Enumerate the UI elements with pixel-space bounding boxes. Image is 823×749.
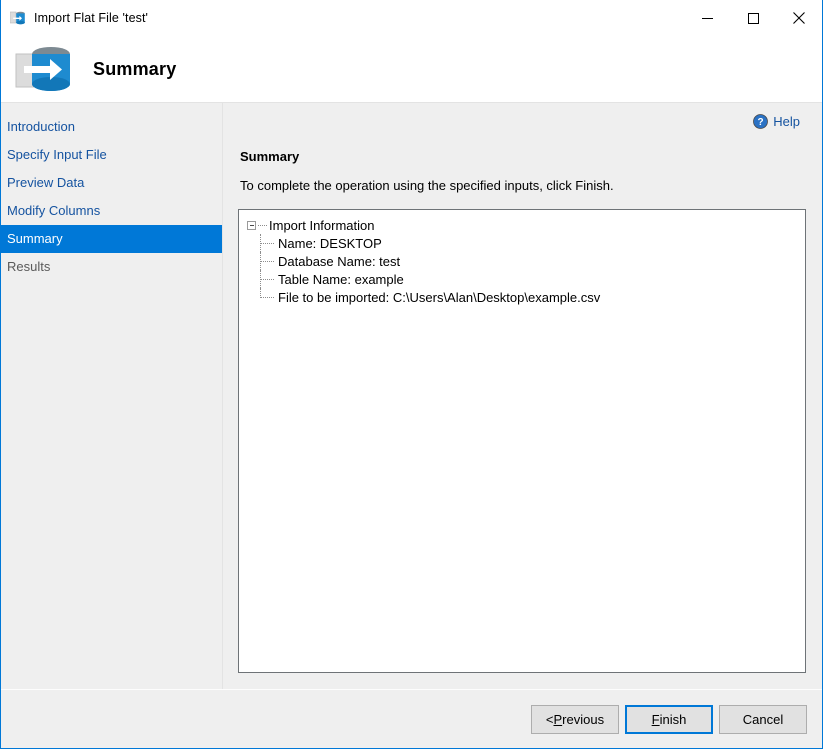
minus-box-icon[interactable]: [247, 221, 256, 230]
sidebar-item-results: Results: [1, 253, 222, 281]
maximize-button[interactable]: [730, 0, 776, 36]
sidebar-item-preview-data[interactable]: Preview Data: [1, 169, 222, 197]
sidebar-item-introduction[interactable]: Introduction: [1, 113, 222, 141]
wizard-header: Summary: [1, 36, 822, 102]
svg-text:?: ?: [758, 117, 764, 128]
help-link[interactable]: ? Help: [753, 114, 800, 129]
close-icon: [793, 12, 805, 24]
import-flat-file-dialog: Import Flat File 'test': [0, 0, 823, 749]
database-import-icon: [10, 10, 26, 26]
tree-connector: [260, 270, 274, 288]
tree-connector: [260, 252, 274, 270]
tree-children: Name: DESKTOP Database Name: test Table …: [260, 234, 801, 306]
previous-button[interactable]: < Previous: [531, 705, 619, 734]
dialog-footer: < Previous Finish Cancel: [1, 689, 822, 748]
finish-button-accel: F: [652, 712, 660, 727]
sidebar-item-summary[interactable]: Summary: [1, 225, 222, 253]
maximize-icon: [748, 13, 759, 24]
help-label: Help: [773, 114, 800, 129]
previous-button-accel: P: [554, 712, 563, 727]
window-title: Import Flat File 'test': [34, 11, 148, 25]
database-import-large-icon: [15, 42, 73, 96]
tree-root-node[interactable]: Import Information: [247, 217, 801, 234]
tree-item-name[interactable]: Name: DESKTOP: [260, 234, 801, 252]
section-instruction: To complete the operation using the spec…: [240, 178, 806, 193]
sidebar-item-specify-input-file[interactable]: Specify Input File: [1, 141, 222, 169]
minimize-button[interactable]: [684, 0, 730, 36]
finish-button-rest: inish: [660, 712, 687, 727]
import-information-treeview[interactable]: Import Information Name: DESKTOP Databas…: [238, 209, 806, 673]
tree-item-table-name[interactable]: Table Name: example: [260, 270, 801, 288]
previous-button-rest: revious: [562, 712, 604, 727]
tree-elbow: [258, 225, 267, 227]
wizard-steps-sidebar: Introduction Specify Input File Preview …: [1, 103, 223, 689]
finish-button[interactable]: Finish: [625, 705, 713, 734]
close-button[interactable]: [776, 0, 822, 36]
minimize-icon: [702, 13, 713, 24]
title-bar[interactable]: Import Flat File 'test': [1, 0, 822, 36]
help-circle-icon: ?: [753, 114, 768, 129]
tree-connector: [260, 234, 274, 252]
sidebar-item-modify-columns[interactable]: Modify Columns: [1, 197, 222, 225]
dialog-body: Introduction Specify Input File Preview …: [1, 102, 822, 689]
tree-item-label: Table Name: example: [278, 272, 404, 287]
cancel-button-label: Cancel: [743, 712, 783, 727]
tree-item-label: Database Name: test: [278, 254, 400, 269]
help-row: ? Help: [238, 103, 806, 136]
window-controls: [684, 0, 822, 36]
previous-button-prefix: <: [546, 712, 554, 727]
tree-item-label: File to be imported: C:\Users\Alan\Deskt…: [278, 290, 600, 305]
section-title: Summary: [240, 149, 806, 164]
tree-item-database-name[interactable]: Database Name: test: [260, 252, 801, 270]
tree-connector: [260, 288, 274, 306]
tree-item-file-to-be-imported[interactable]: File to be imported: C:\Users\Alan\Deskt…: [260, 288, 801, 306]
content-panel: ? Help Summary To complete the operation…: [223, 103, 822, 689]
cancel-button[interactable]: Cancel: [719, 705, 807, 734]
page-title: Summary: [93, 59, 176, 80]
tree-item-label: Name: DESKTOP: [278, 236, 382, 251]
tree-root-label: Import Information: [269, 218, 375, 233]
